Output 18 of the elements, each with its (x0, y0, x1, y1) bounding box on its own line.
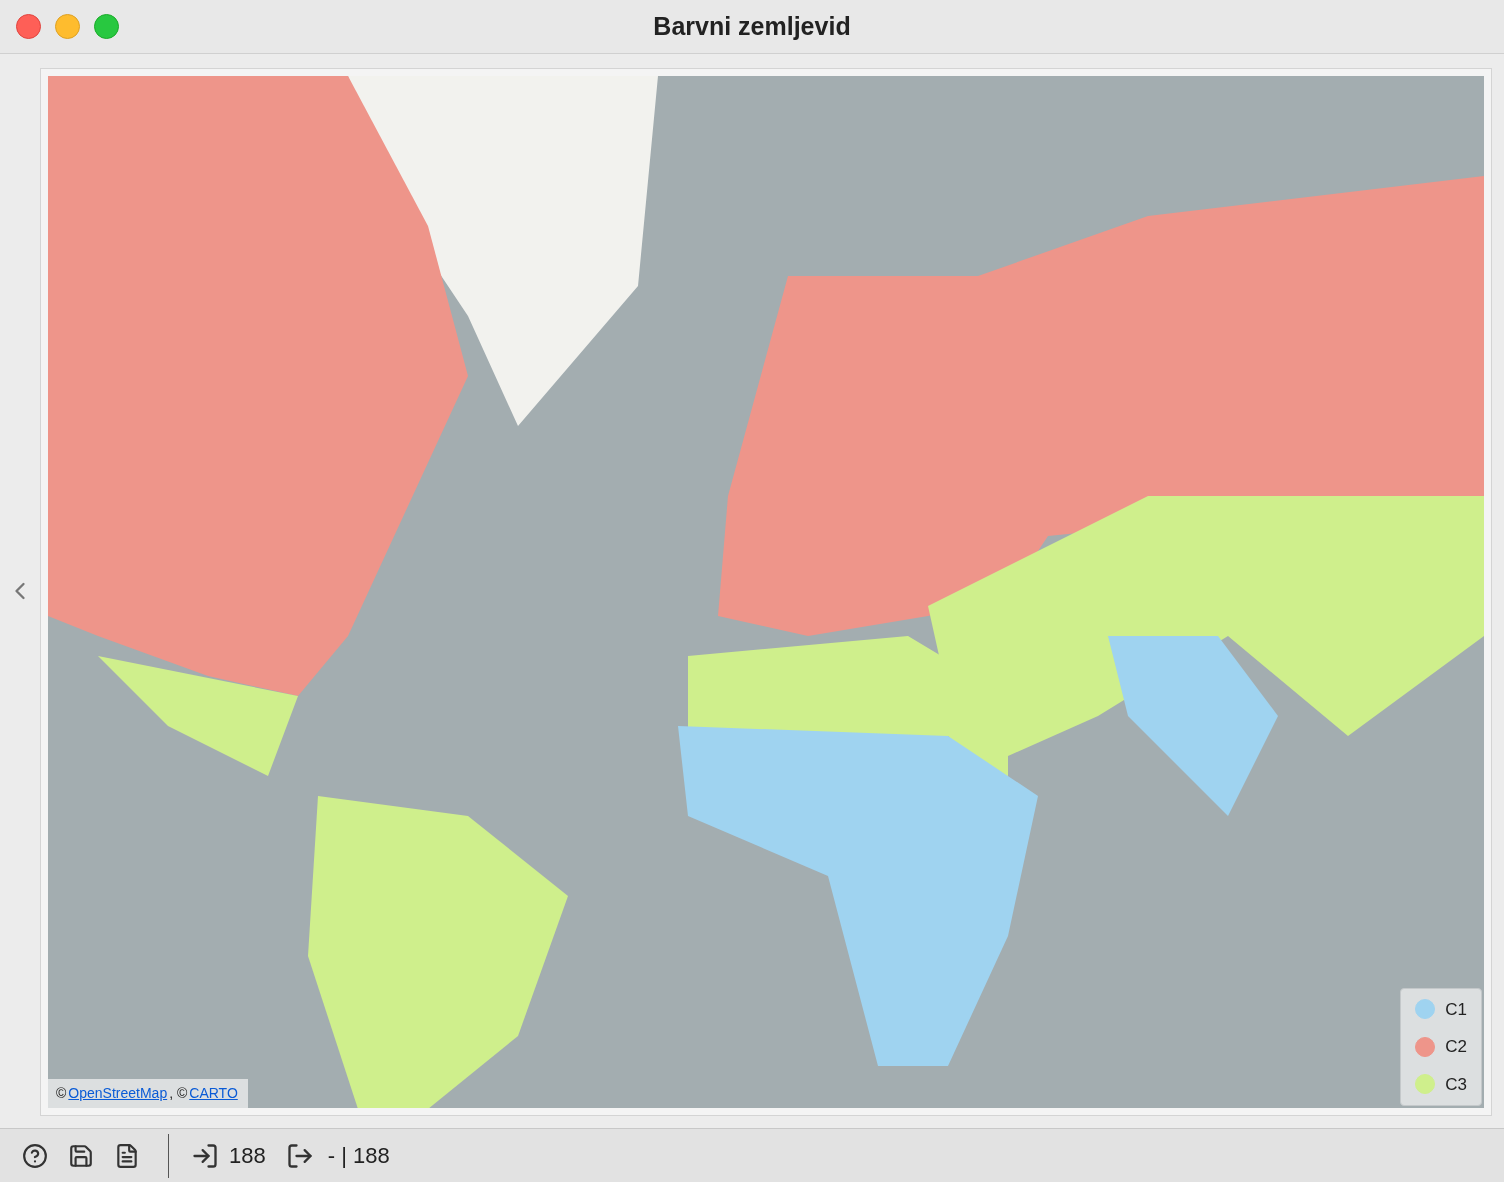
window-title: Barvni zemljevid (652, 10, 852, 42)
input-count: 188 (229, 1142, 266, 1170)
output-count: - | 188 (327, 1142, 390, 1170)
attribution-link[interactable]: OpenStreetMap (68, 1083, 168, 1104)
map[interactable]: ©OpenStreetMap, ©CARTO C1 C2 C3 (48, 76, 1484, 1108)
help-icon[interactable] (22, 1142, 48, 1169)
input-icon (191, 1141, 219, 1170)
save-icon[interactable] (68, 1142, 94, 1169)
legend-label: C3 (1445, 1073, 1467, 1096)
zoom-button[interactable] (94, 14, 119, 39)
attribution-text: © (56, 1084, 67, 1103)
legend-label: C2 (1445, 1036, 1467, 1058)
output-icon (285, 1141, 314, 1170)
attribution-text: , © (169, 1084, 188, 1103)
close-button[interactable] (16, 14, 41, 39)
report-icon[interactable] (114, 1142, 140, 1169)
attribution-link[interactable]: CARTO (189, 1083, 238, 1104)
legend-label: C1 (1445, 998, 1467, 1021)
